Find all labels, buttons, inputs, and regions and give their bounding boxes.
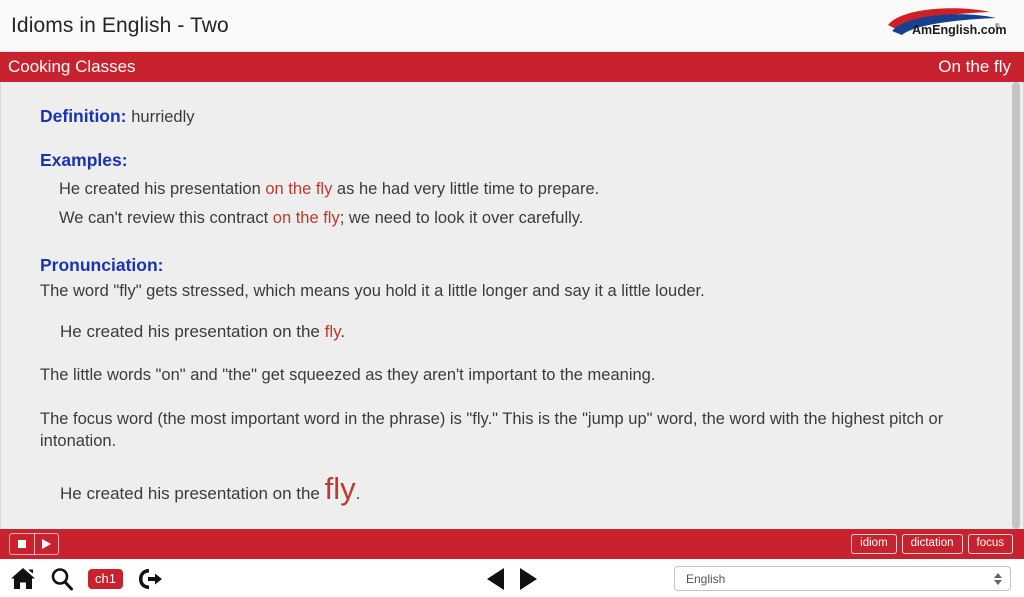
final-example-sentence: He created his presentation on the fly. bbox=[60, 473, 987, 504]
stop-button[interactable] bbox=[10, 534, 34, 554]
definition-text: hurriedly bbox=[131, 108, 195, 126]
scrollbar-thumb[interactable] bbox=[1012, 82, 1020, 529]
lesson-content: Definition: hurriedly Examples: He creat… bbox=[1, 82, 1009, 529]
content-area: Definition: hurriedly Examples: He creat… bbox=[0, 82, 1024, 529]
topic-bar: Cooking Classes On the fly bbox=[0, 52, 1024, 82]
paragraph-focus-word: The focus word (the most important word … bbox=[40, 409, 944, 450]
final-example-highlight: fly bbox=[324, 470, 356, 506]
definition-row: Definition: hurriedly bbox=[40, 106, 987, 127]
exit-icon bbox=[138, 568, 162, 589]
svg-text:AmEnglish.com: AmEnglish.com bbox=[912, 23, 1006, 37]
play-button[interactable] bbox=[34, 534, 58, 554]
tab-focus[interactable]: focus bbox=[967, 533, 1013, 555]
examples-label: Examples: bbox=[40, 150, 128, 170]
page-title: Idioms in English - Two bbox=[11, 13, 229, 37]
home-icon bbox=[11, 567, 35, 589]
arrow-left-icon bbox=[487, 567, 504, 590]
tab-dictation[interactable]: dictation bbox=[901, 533, 963, 555]
transport-controls bbox=[9, 533, 59, 555]
language-select[interactable]: English bbox=[674, 566, 1011, 591]
stress-example-sentence: He created his presentation on the fly. bbox=[60, 322, 987, 342]
chevron-up-icon bbox=[994, 572, 1002, 578]
example-2-after: ; we need to look it over carefully. bbox=[339, 209, 584, 228]
example-1-highlight: on the fly bbox=[265, 180, 333, 198]
example-2-before: We can't review this contract bbox=[59, 209, 273, 228]
bottom-nav-bar: ch1 English bbox=[0, 559, 1024, 597]
amenglish-logo: AmEnglish.com ® bbox=[882, 5, 1006, 43]
home-button[interactable] bbox=[10, 567, 36, 591]
language-select-value: English bbox=[686, 571, 726, 586]
search-icon bbox=[51, 567, 73, 590]
examples-section-title: Examples: bbox=[40, 150, 987, 171]
stress-example-highlight: fly bbox=[324, 321, 341, 341]
idiom-title: On the fly bbox=[938, 57, 1011, 76]
content-scrollbar[interactable] bbox=[1012, 82, 1020, 529]
application-window: Idioms in English - Two AmEnglish.com ® … bbox=[0, 0, 1024, 597]
nav-left-group: ch1 bbox=[10, 567, 163, 591]
example-2-highlight: on the fly bbox=[272, 209, 340, 228]
next-button[interactable] bbox=[520, 567, 537, 590]
title-bar: Idioms in English - Two AmEnglish.com ® bbox=[0, 0, 1024, 52]
final-example-before: He created his presentation on the bbox=[60, 483, 325, 503]
arrow-right-icon bbox=[520, 567, 537, 590]
mode-tab-group: idiom dictation focus bbox=[851, 533, 1013, 555]
course-title: Cooking Classes bbox=[8, 57, 136, 76]
final-example-after: . bbox=[355, 483, 361, 503]
example-1-before: He created his presentation bbox=[59, 180, 266, 198]
nav-center-group bbox=[487, 567, 537, 590]
example-sentence-2: We can't review this contract on the fly… bbox=[59, 208, 987, 229]
stress-example-after: . bbox=[340, 321, 346, 341]
stress-example-before: He created his presentation on the bbox=[60, 321, 325, 341]
stepper-icon bbox=[994, 572, 1002, 585]
previous-button[interactable] bbox=[487, 567, 504, 590]
exit-button[interactable] bbox=[137, 567, 163, 591]
play-icon bbox=[42, 539, 51, 549]
example-sentence-1: He created his presentation on the fly a… bbox=[59, 179, 987, 200]
player-bar: idiom dictation focus bbox=[0, 529, 1024, 559]
definition-label: Definition: bbox=[40, 106, 127, 126]
stop-icon bbox=[18, 540, 26, 548]
pronunciation-section-title: Pronunciation: bbox=[40, 255, 987, 276]
pronunciation-note: The word "fly" gets stressed, which mean… bbox=[40, 282, 705, 301]
example-1-after: as he had very little time to prepare. bbox=[332, 180, 600, 198]
tab-idiom[interactable]: idiom bbox=[851, 533, 897, 555]
pronunciation-label: Pronunciation: bbox=[40, 255, 164, 276]
svg-text:®: ® bbox=[995, 23, 1000, 30]
chapter-badge[interactable]: ch1 bbox=[88, 568, 123, 589]
search-button[interactable] bbox=[50, 567, 74, 591]
chevron-down-icon bbox=[994, 579, 1002, 585]
paragraph-squeezed-words: The little words "on" and "the" get sque… bbox=[40, 365, 656, 384]
